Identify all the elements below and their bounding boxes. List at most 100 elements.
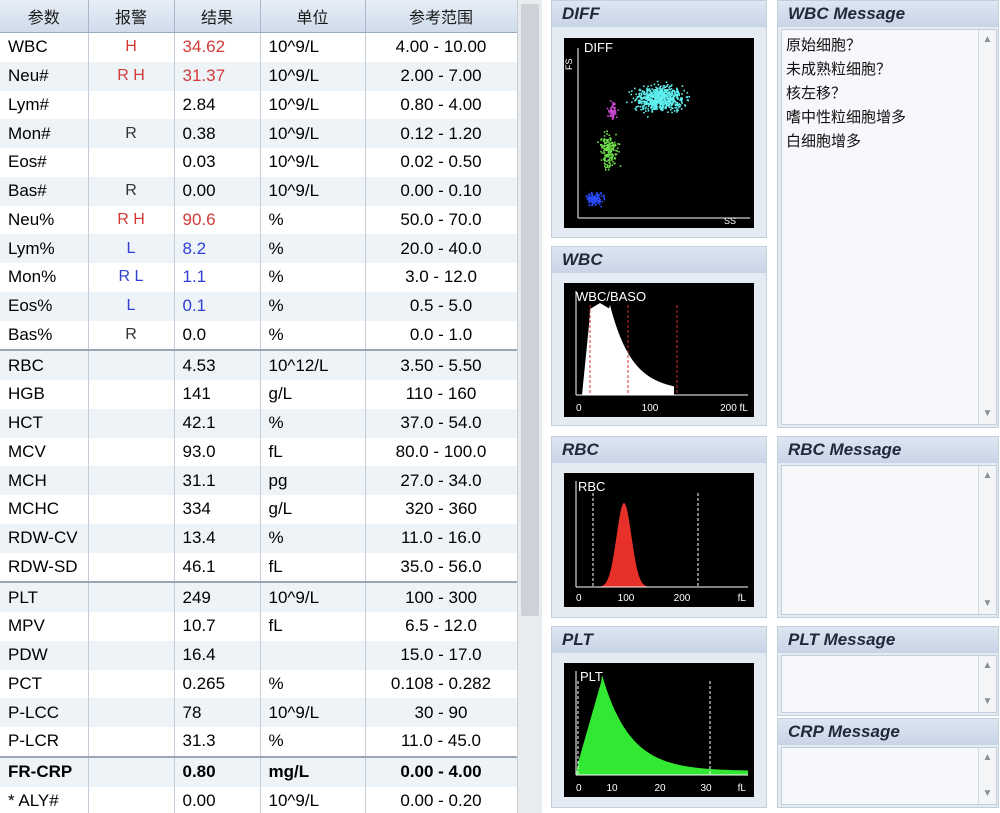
tick-label: 200 bbox=[674, 593, 691, 604]
plt-message-list[interactable]: ▲ ▼ bbox=[781, 655, 997, 713]
column-header-param[interactable]: 参数 bbox=[0, 0, 89, 33]
result-cell: 0.03 bbox=[174, 148, 261, 177]
result-cell: 0.80 bbox=[174, 755, 261, 787]
param-cell: RDW-SD bbox=[0, 552, 89, 583]
range-cell: 15.0 - 17.0 bbox=[365, 640, 517, 670]
param-cell: Lym# bbox=[0, 90, 89, 120]
unit-cell: pg bbox=[260, 466, 366, 495]
flag-cell bbox=[88, 466, 175, 495]
table-row[interactable]: PDW 16.4 15.0 - 17.0 bbox=[0, 640, 517, 670]
flag-cell: R bbox=[88, 320, 175, 351]
result-cell: 249 bbox=[174, 581, 261, 612]
wbc-message-title: WBC Message bbox=[778, 1, 998, 27]
message-line: 嗜中性粒细胞增多 bbox=[786, 109, 907, 126]
param-cell: Mon% bbox=[0, 263, 89, 292]
result-cell: 10.7 bbox=[174, 612, 261, 641]
table-row[interactable]: Eos# 0.03 10^9/L 0.02 - 0.50 bbox=[0, 148, 517, 177]
table-row[interactable]: Lym# 2.84 10^9/L 0.80 - 4.00 bbox=[0, 90, 517, 120]
result-cell: 90.6 bbox=[174, 205, 261, 235]
result-cell: 31.1 bbox=[174, 466, 261, 495]
result-cell: 93.0 bbox=[174, 437, 261, 467]
table-row[interactable]: P-LCR 31.3% 11.0 - 45.0 bbox=[0, 727, 517, 757]
table-row[interactable]: Neu% R H 90.6% 50.0 - 70.0 bbox=[0, 205, 517, 235]
table-row[interactable]: HGB 141 g/L 110 - 160 bbox=[0, 380, 517, 409]
table-row[interactable]: Neu# R H 31.37 10^9/L 2.00 - 7.00 bbox=[0, 61, 517, 91]
table-row[interactable]: RDW-CV 13.4% 11.0 - 16.0 bbox=[0, 523, 517, 553]
table-row[interactable]: Lym% L 8.2% 20.0 - 40.0 bbox=[0, 234, 517, 263]
table-row[interactable]: * ALY# 0.00 10^9/L 0.00 - 0.20 bbox=[0, 786, 517, 813]
crp-message-list[interactable]: ▲ ▼ bbox=[781, 747, 997, 805]
tick-label: 200 fL bbox=[720, 403, 748, 414]
monocyte-cluster bbox=[606, 100, 619, 120]
unit-cell: 10^9/L bbox=[260, 698, 366, 727]
result-cell: 1.1 bbox=[174, 263, 261, 292]
tick-label: 100 bbox=[642, 403, 659, 414]
unit-cell: g/L bbox=[260, 380, 366, 409]
table-row[interactable]: P-LCC 78 10^9/L 30 - 90 bbox=[0, 698, 517, 727]
scroll-down-icon[interactable]: ▼ bbox=[979, 406, 996, 422]
table-row[interactable]: Mon# R 0.38 10^9/L 0.12 - 1.20 bbox=[0, 119, 517, 148]
result-cell: 334 bbox=[174, 495, 261, 524]
table-row[interactable]: PCT 0.265% 0.108 - 0.282 bbox=[0, 669, 517, 699]
diff-scattergram: DIFFFSSS bbox=[564, 38, 754, 228]
table-row[interactable]: WBC H 34.62 10^9/L 4.00 - 10.00 bbox=[0, 32, 517, 62]
diff-plot-label: DIFF bbox=[584, 40, 613, 55]
result-cell: 42.1 bbox=[174, 408, 261, 438]
column-header-unit[interactable]: 单位 bbox=[260, 0, 366, 33]
table-scrollbar-thumb[interactable] bbox=[521, 4, 539, 616]
result-cell: 141 bbox=[174, 380, 261, 409]
table-row[interactable]: Mon% R L 1.1% 3.0 - 12.0 bbox=[0, 263, 517, 292]
scroll-down-icon[interactable]: ▼ bbox=[979, 596, 996, 612]
table-row[interactable]: PLT 249 10^9/L 100 - 300 bbox=[0, 581, 517, 612]
unit-cell: 10^9/L bbox=[260, 581, 366, 612]
scroll-down-icon[interactable]: ▼ bbox=[979, 694, 996, 710]
wbc-message-list[interactable]: 原始细胞？ 未成熟粒细胞？ 核左移？ 嗜中性粒细胞增多 白细胞增多 ▲ ▼ bbox=[781, 29, 997, 425]
table-row[interactable]: RDW-SD 46.1 fL 35.0 - 56.0 bbox=[0, 552, 517, 583]
param-cell: Eos% bbox=[0, 291, 89, 321]
scroll-down-icon[interactable]: ▼ bbox=[979, 786, 996, 802]
unit-cell: 10^9/L bbox=[260, 119, 366, 148]
flag-cell bbox=[88, 90, 175, 120]
column-header-range[interactable]: 参考范围 bbox=[365, 0, 517, 33]
table-row[interactable]: Eos% L 0.1% 0.5 - 5.0 bbox=[0, 291, 517, 321]
flag-cell: R H bbox=[88, 61, 175, 91]
scroll-up-icon[interactable]: ▲ bbox=[979, 32, 996, 48]
param-cell: HCT bbox=[0, 408, 89, 438]
table-row[interactable]: FR-CRP 0.80 mg/L 0.00 - 4.00 bbox=[0, 755, 517, 787]
table-row[interactable]: RBC 4.53 10^12/L 3.50 - 5.50 bbox=[0, 349, 517, 380]
table-row[interactable]: HCT 42.1% 37.0 - 54.0 bbox=[0, 408, 517, 438]
flag-cell: H bbox=[88, 32, 175, 62]
range-cell: 3.0 - 12.0 bbox=[365, 263, 517, 292]
table-row[interactable]: Bas# R 0.00 10^9/L 0.00 - 0.10 bbox=[0, 176, 517, 206]
table-row[interactable]: MPV 10.7 fL 6.5 - 12.0 bbox=[0, 612, 517, 641]
crp-message-title: CRP Message bbox=[778, 719, 998, 745]
column-header-result[interactable]: 结果 bbox=[174, 0, 261, 33]
table-row[interactable]: MCHC 334 g/L 320 - 360 bbox=[0, 495, 517, 524]
unit-cell: % bbox=[260, 234, 366, 263]
result-cell: 13.4 bbox=[174, 523, 261, 553]
range-cell: 30 - 90 bbox=[365, 698, 517, 727]
table-row[interactable]: MCH 31.1 pg 27.0 - 34.0 bbox=[0, 466, 517, 495]
rbc-message-panel: RBC Message ▲ ▼ bbox=[777, 436, 999, 618]
crp-message-scrollbar[interactable]: ▲ ▼ bbox=[978, 748, 996, 804]
range-cell: 80.0 - 100.0 bbox=[365, 437, 517, 467]
scroll-up-icon[interactable]: ▲ bbox=[979, 658, 996, 674]
rbc-message-scrollbar[interactable]: ▲ ▼ bbox=[978, 466, 996, 614]
param-cell: HGB bbox=[0, 380, 89, 409]
wbc-message-scrollbar[interactable]: ▲ ▼ bbox=[978, 30, 996, 424]
range-cell: 0.12 - 1.20 bbox=[365, 119, 517, 148]
flag-cell bbox=[88, 727, 175, 757]
debris-cluster bbox=[585, 191, 606, 208]
scroll-up-icon[interactable]: ▲ bbox=[979, 750, 996, 766]
result-cell: 0.38 bbox=[174, 119, 261, 148]
crp-message-panel: CRP Message ▲ ▼ bbox=[777, 718, 999, 808]
scroll-up-icon[interactable]: ▲ bbox=[979, 468, 996, 484]
unit-cell: 10^9/L bbox=[260, 786, 366, 813]
plt-message-scrollbar[interactable]: ▲ ▼ bbox=[978, 656, 996, 712]
rbc-message-list[interactable]: ▲ ▼ bbox=[781, 465, 997, 615]
column-header-flag[interactable]: 报警 bbox=[88, 0, 175, 33]
table-scrollbar[interactable] bbox=[517, 0, 542, 813]
y-axis-label: FS bbox=[564, 58, 574, 70]
table-row[interactable]: MCV 93.0 fL 80.0 - 100.0 bbox=[0, 437, 517, 467]
table-row[interactable]: Bas% R 0.0% 0.0 - 1.0 bbox=[0, 320, 517, 351]
